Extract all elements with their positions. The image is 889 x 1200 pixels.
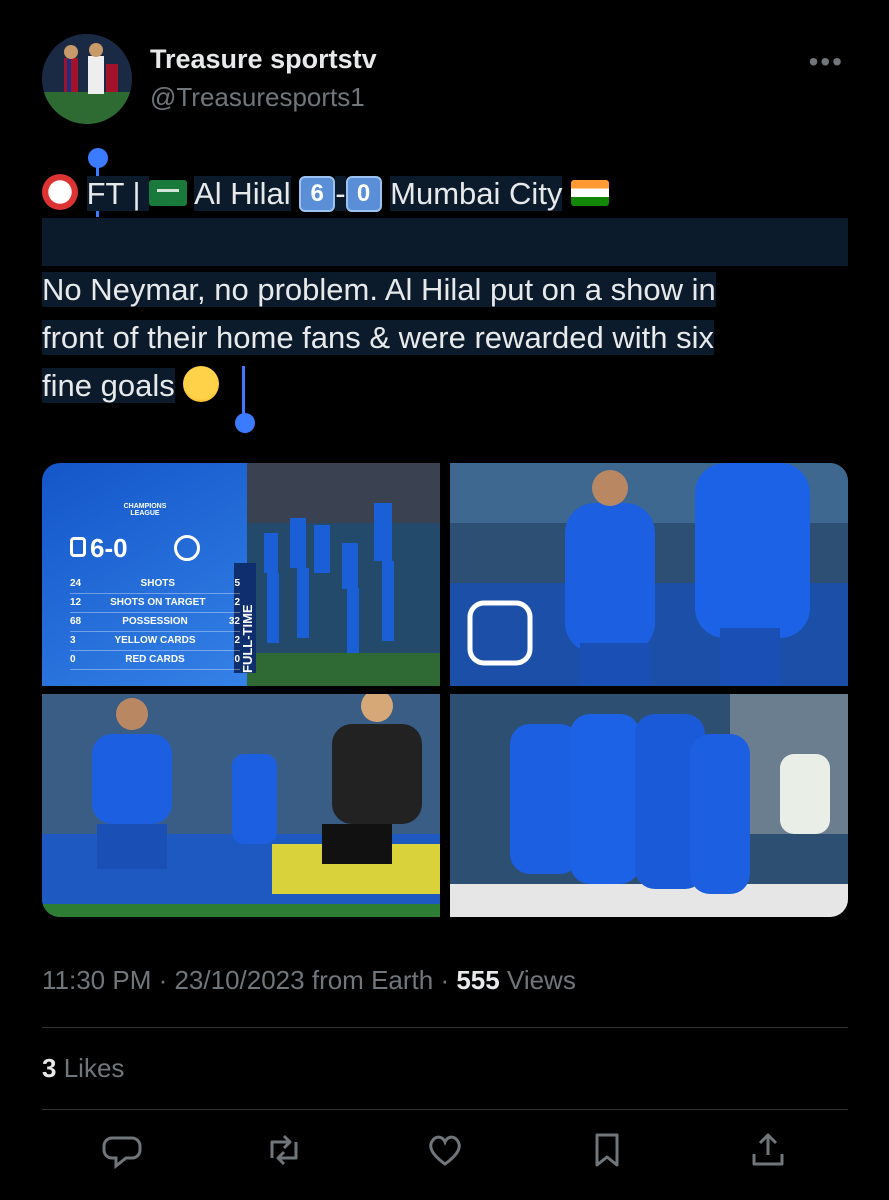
body-line-1: No Neymar, no problem. Al Hilal put on a…	[42, 272, 716, 307]
stat-away: 2	[234, 635, 240, 646]
stat-home: 12	[70, 597, 82, 608]
likes-summary[interactable]: 3 Likes	[42, 1053, 124, 1084]
tweet-body: No Neymar, no problem. Al Hilal put on a…	[42, 266, 848, 410]
stat-row: 24 SHOTS 5	[70, 575, 240, 594]
competition-label: CHAMPIONS LEAGUE	[123, 503, 167, 517]
stat-row: 0 RED CARDS 0	[70, 651, 240, 670]
tweet-headline: FT | Al Hilal 6-0 Mumbai City	[42, 170, 848, 218]
stat-row: 12 SHOTS ON TARGET 2	[70, 594, 240, 613]
author-name[interactable]: Treasure sportstv	[150, 44, 377, 75]
stat-label: POSSESSION	[122, 616, 188, 627]
media-photo-celebration[interactable]	[450, 463, 848, 686]
team-away: Mumbai City	[390, 176, 563, 211]
stat-away: 32	[228, 616, 240, 627]
stat-away: 0	[234, 654, 240, 665]
avatar[interactable]	[42, 34, 132, 124]
stat-row: 3 YELLOW CARDS 2	[70, 632, 240, 651]
stat-row: 68 POSSESSION 32	[70, 613, 240, 632]
tweet-source: from Earth	[311, 965, 434, 995]
stat-label: SHOTS ON TARGET	[110, 597, 206, 608]
score-home-keycap: 6	[299, 176, 336, 212]
selection-end-handle[interactable]	[235, 413, 255, 433]
tweet-text: FT | Al Hilal 6-0 Mumbai City No Neymar,…	[42, 170, 848, 410]
views-count: 555	[456, 965, 500, 995]
action-bar	[42, 1130, 848, 1170]
tweet-meta: 11:30 PM · 23/10/2023 from Earth · 555 V…	[42, 965, 576, 995]
views-label: Views	[506, 965, 576, 995]
body-line-3: fine goals	[42, 368, 175, 403]
saudi-flag-icon	[149, 180, 188, 206]
score-dash: -	[335, 176, 346, 211]
smiling-face-with-hearts-icon	[183, 366, 220, 402]
india-flag-icon	[571, 180, 610, 206]
share-icon[interactable]	[748, 1130, 788, 1170]
blank-line	[42, 218, 848, 266]
stat-label: YELLOW CARDS	[114, 635, 196, 646]
tweet-time[interactable]: 11:30 PM	[42, 965, 151, 995]
al-hilal-crest-icon	[70, 537, 86, 557]
bookmark-icon[interactable]	[587, 1130, 627, 1170]
reply-icon[interactable]	[102, 1130, 142, 1170]
like-icon[interactable]	[425, 1130, 465, 1170]
stat-away: 5	[234, 578, 240, 589]
team-home: Al Hilal	[194, 176, 291, 211]
retweet-icon[interactable]	[264, 1130, 304, 1170]
stat-home: 68	[70, 616, 82, 627]
media-photo-team-huddle[interactable]	[450, 694, 848, 917]
headline-prefix: FT |	[86, 176, 150, 211]
stats-table: 24 SHOTS 5 12 SHOTS ON TARGET 2 68 POSSESSION…	[70, 575, 240, 670]
likes-label: Likes	[63, 1053, 125, 1083]
tweet-date[interactable]: 23/10/2023	[174, 965, 304, 995]
more-icon[interactable]: •••	[809, 46, 844, 78]
stat-home: 24	[70, 578, 82, 589]
media-stat-card[interactable]: FULL-TIME CHAMPIONS LEAGUE 6-0 24 SHOTS 5 …	[42, 463, 440, 686]
fulltime-label: FULL-TIME	[240, 604, 255, 673]
alarm-clock-icon	[42, 174, 78, 210]
stat-label: SHOTS	[140, 578, 175, 589]
divider	[42, 1109, 848, 1110]
media-grid: FULL-TIME CHAMPIONS LEAGUE 6-0 24 SHOTS 5 …	[42, 463, 848, 917]
stat-away: 2	[234, 597, 240, 608]
score-away-keycap: 0	[345, 176, 382, 212]
likes-count: 3	[42, 1053, 57, 1083]
stat-card-score: 6-0	[90, 533, 128, 563]
mumbai-city-crest-icon	[174, 535, 200, 561]
author-handle[interactable]: @Treasuresports1	[150, 82, 365, 113]
divider	[42, 1027, 848, 1028]
body-line-2: front of their home fans & were rewarded…	[42, 320, 714, 355]
media-photo-match-action[interactable]	[42, 694, 440, 917]
stat-label: RED CARDS	[125, 654, 185, 665]
